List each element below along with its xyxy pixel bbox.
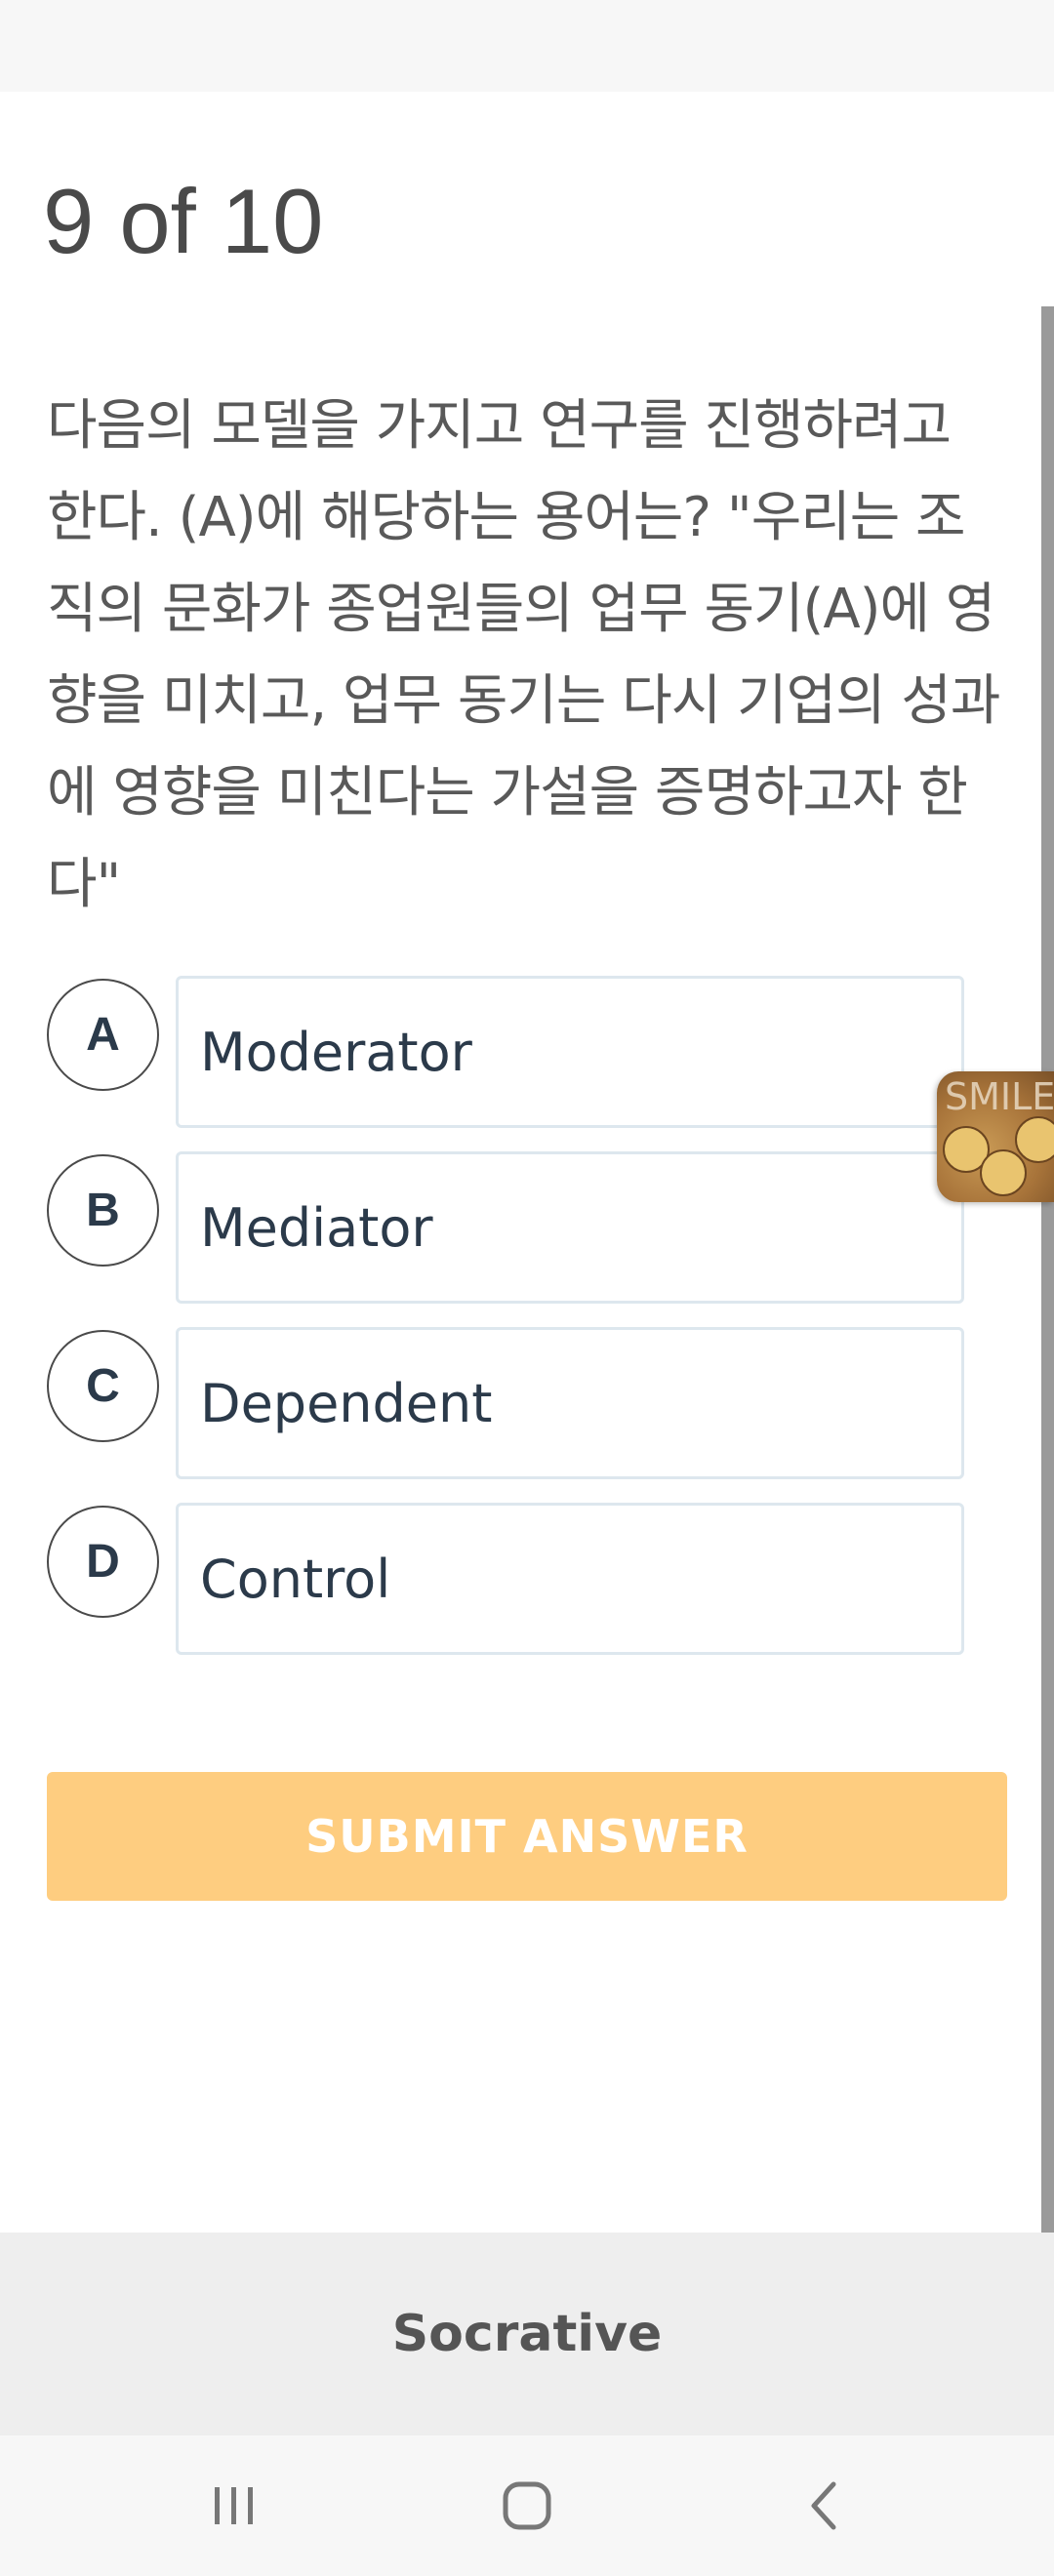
option-d[interactable]: D Control (47, 1503, 964, 1655)
option-letter-a[interactable]: A (47, 979, 159, 1091)
option-b[interactable]: B Mediator (47, 1151, 964, 1304)
option-letter-d[interactable]: D (47, 1506, 159, 1618)
back-icon[interactable] (756, 2465, 893, 2547)
option-text-a[interactable]: Moderator (176, 976, 964, 1128)
smiley-sticker-icon[interactable]: SMILE (937, 1071, 1054, 1202)
home-icon[interactable] (459, 2465, 595, 2547)
status-bar (0, 0, 1054, 92)
smiley-face-icon (1015, 1116, 1054, 1163)
option-letter-c[interactable]: C (47, 1330, 159, 1442)
question-counter: 9 of 10 (43, 170, 324, 272)
question-text: 다음의 모델을 가지고 연구를 진행하려고 한다. (A)에 해당하는 용어는?… (47, 394, 1000, 916)
option-text-d[interactable]: Control (176, 1503, 964, 1655)
system-nav-bar (0, 2435, 1054, 2576)
footer: Socrative (0, 2233, 1054, 2435)
scrollbar[interactable] (1041, 306, 1054, 2412)
option-letter-b[interactable]: B (47, 1154, 159, 1267)
option-c[interactable]: C Dependent (47, 1327, 964, 1479)
footer-brand: Socrative (391, 2305, 663, 2363)
recent-apps-icon[interactable] (166, 2465, 303, 2547)
option-a[interactable]: A Moderator (47, 976, 964, 1128)
option-text-c[interactable]: Dependent (176, 1327, 964, 1479)
sticker-label: SMILE (945, 1075, 1054, 1118)
option-text-b[interactable]: Mediator (176, 1151, 964, 1304)
submit-answer-button[interactable]: SUBMIT ANSWER (47, 1772, 1007, 1901)
smiley-face-icon (980, 1149, 1027, 1196)
